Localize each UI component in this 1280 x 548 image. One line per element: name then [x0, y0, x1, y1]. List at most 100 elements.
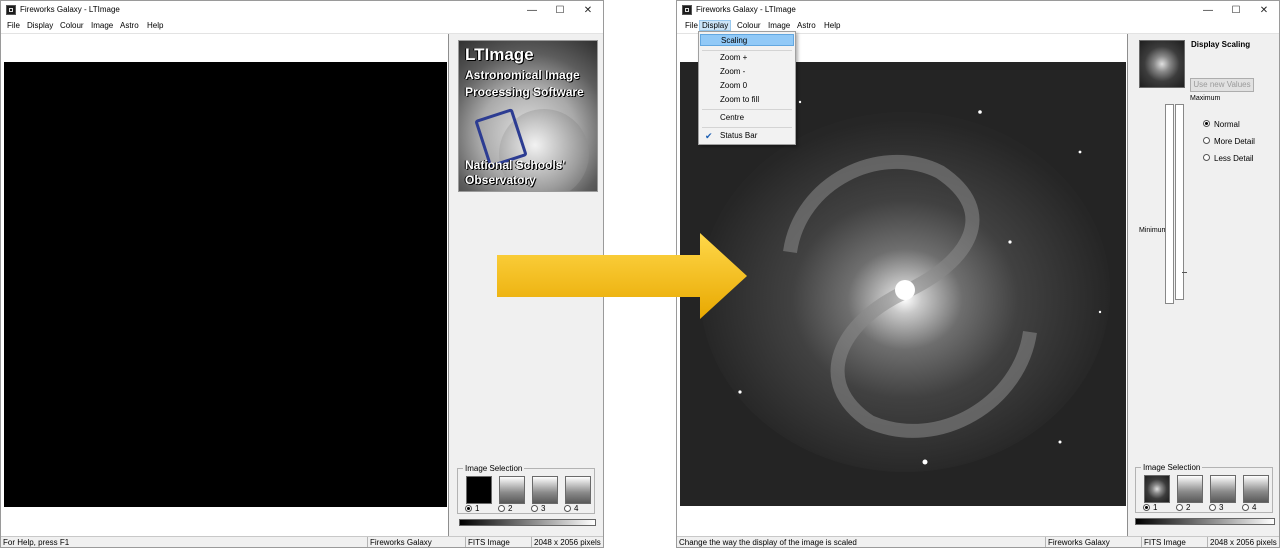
scaling-radio-less-detail[interactable]	[1203, 154, 1210, 161]
star	[1008, 240, 1012, 244]
maximize-button[interactable]: ☐	[1222, 1, 1250, 19]
star	[1078, 150, 1082, 154]
galaxy-core	[895, 280, 915, 300]
menu-file[interactable]: File	[683, 21, 700, 30]
image-radio-label-2: 2	[508, 504, 513, 513]
menu-display[interactable]: Display	[699, 20, 732, 31]
menu-item-zoom-in[interactable]: Zoom +	[700, 52, 794, 64]
menu-astro[interactable]: Astro	[795, 21, 818, 30]
image-thumbnail-1[interactable]	[466, 476, 492, 504]
image-selection-group: Image Selection 1 2 3 4	[457, 464, 595, 514]
scaling-label-more-detail: More Detail	[1214, 137, 1255, 146]
image-thumbnail-2[interactable]	[1177, 475, 1203, 503]
status-bar: Change the way the display of the image …	[677, 536, 1279, 547]
logo-subtitle-1: Astronomical Image	[465, 68, 580, 82]
image-radio-label-3: 3	[1219, 503, 1224, 512]
image-radio-label-1: 1	[475, 504, 480, 513]
star	[1098, 310, 1102, 314]
minimize-button[interactable]: —	[518, 1, 546, 19]
close-button[interactable]: ✕	[1250, 1, 1278, 19]
menu-colour[interactable]: Colour	[58, 21, 86, 30]
image-thumbnail-3[interactable]	[532, 476, 558, 504]
menu-image[interactable]: Image	[766, 21, 792, 30]
menu-item-label: Status Bar	[720, 131, 758, 140]
use-new-values-button[interactable]: Use new Values	[1190, 78, 1254, 92]
status-object: Fireworks Galaxy	[1045, 537, 1141, 547]
image-radio-3[interactable]	[531, 505, 538, 512]
status-size: 2048 x 2056 pixels	[1207, 537, 1279, 547]
scaling-radio-normal[interactable]	[1203, 120, 1210, 127]
minimum-slider[interactable]	[1165, 104, 1174, 304]
menu-item-zoom-0[interactable]: Zoom 0	[700, 80, 794, 92]
menu-separator	[702, 127, 792, 128]
ltimage-logo: LTImage Astronomical Image Processing So…	[458, 40, 598, 192]
image-thumbnail-4[interactable]	[565, 476, 591, 504]
scaling-radio-more-detail[interactable]	[1203, 137, 1210, 144]
image-radio-1[interactable]	[465, 505, 472, 512]
scaling-label-less-detail: Less Detail	[1214, 154, 1254, 163]
image-radio-2[interactable]	[1176, 504, 1183, 511]
image-radio-label-1: 1	[1153, 503, 1158, 512]
image-thumbnail-3[interactable]	[1210, 475, 1236, 503]
logo-org-1: National Schools'	[465, 158, 566, 172]
logo-org-2: Observatory	[465, 173, 536, 187]
menu-display[interactable]: Display	[25, 21, 55, 30]
menu-item-zoom-out[interactable]: Zoom -	[700, 66, 794, 78]
image-canvas[interactable]	[1, 34, 449, 536]
scaling-panel: Display Scaling Use new Values Maximum M…	[1129, 34, 1279, 536]
scaling-label-normal: Normal	[1214, 120, 1240, 129]
display-dropdown-menu: Scaling Zoom + Zoom - Zoom 0 Zoom to fil…	[698, 31, 796, 145]
image-thumbnail-4[interactable]	[1243, 475, 1269, 503]
close-button[interactable]: ✕	[574, 1, 602, 19]
image-radio-2[interactable]	[498, 505, 505, 512]
slider-thumb[interactable]	[1182, 272, 1187, 273]
app-icon	[682, 5, 692, 15]
astronomical-image[interactable]	[4, 62, 447, 507]
app-icon	[6, 5, 16, 15]
image-radio-1[interactable]	[1143, 504, 1150, 511]
scaling-preview-thumbnail	[1139, 40, 1185, 88]
status-message: For Help, press F1	[3, 538, 70, 547]
star	[798, 100, 802, 104]
window-title: Fireworks Galaxy - LTImage	[696, 5, 796, 14]
image-selection-group: Image Selection 1 2 3 4	[1135, 463, 1273, 513]
menu-astro[interactable]: Astro	[118, 21, 141, 30]
colour-gradient-bar	[1135, 518, 1275, 525]
star	[738, 390, 742, 394]
menu-separator	[702, 109, 792, 110]
menu-item-status-bar[interactable]: ✔ Status Bar	[700, 130, 794, 142]
colour-gradient-bar	[459, 519, 596, 526]
menu-colour[interactable]: Colour	[735, 21, 763, 30]
menu-image[interactable]: Image	[89, 21, 115, 30]
menu-item-scaling[interactable]: Scaling	[700, 34, 794, 46]
menu-item-zoom-to-fill[interactable]: Zoom to fill	[700, 94, 794, 106]
minimum-label: Minimum	[1139, 227, 1168, 234]
maximize-button[interactable]: ☐	[546, 1, 574, 19]
menu-help[interactable]: Help	[822, 21, 842, 30]
arrow-right-icon	[497, 233, 747, 319]
image-radio-label-4: 4	[1252, 503, 1257, 512]
menu-help[interactable]: Help	[145, 21, 165, 30]
image-radio-label-2: 2	[1186, 503, 1191, 512]
image-thumbnail-2[interactable]	[499, 476, 525, 504]
status-object: Fireworks Galaxy	[367, 537, 465, 547]
menu-item-centre[interactable]: Centre	[700, 112, 794, 124]
image-radio-label-3: 3	[541, 504, 546, 513]
star	[1058, 440, 1062, 444]
title-bar[interactable]: Fireworks Galaxy - LTImage — ☐ ✕	[1, 1, 603, 19]
title-bar[interactable]: Fireworks Galaxy - LTImage — ☐ ✕	[677, 1, 1279, 19]
image-thumbnail-1[interactable]	[1144, 475, 1170, 503]
star	[922, 459, 928, 465]
menu-file[interactable]: File	[5, 21, 22, 30]
maximum-slider[interactable]	[1175, 104, 1184, 300]
window-title: Fireworks Galaxy - LTImage	[20, 5, 120, 14]
status-type: FITS Image	[1141, 537, 1207, 547]
image-radio-4[interactable]	[1242, 504, 1249, 511]
image-radio-3[interactable]	[1209, 504, 1216, 511]
checkmark-icon: ✔	[705, 131, 713, 141]
image-selection-label: Image Selection	[1141, 463, 1203, 472]
minimize-button[interactable]: —	[1194, 1, 1222, 19]
image-radio-4[interactable]	[564, 505, 571, 512]
status-type: FITS Image	[465, 537, 531, 547]
image-radio-label-4: 4	[574, 504, 579, 513]
